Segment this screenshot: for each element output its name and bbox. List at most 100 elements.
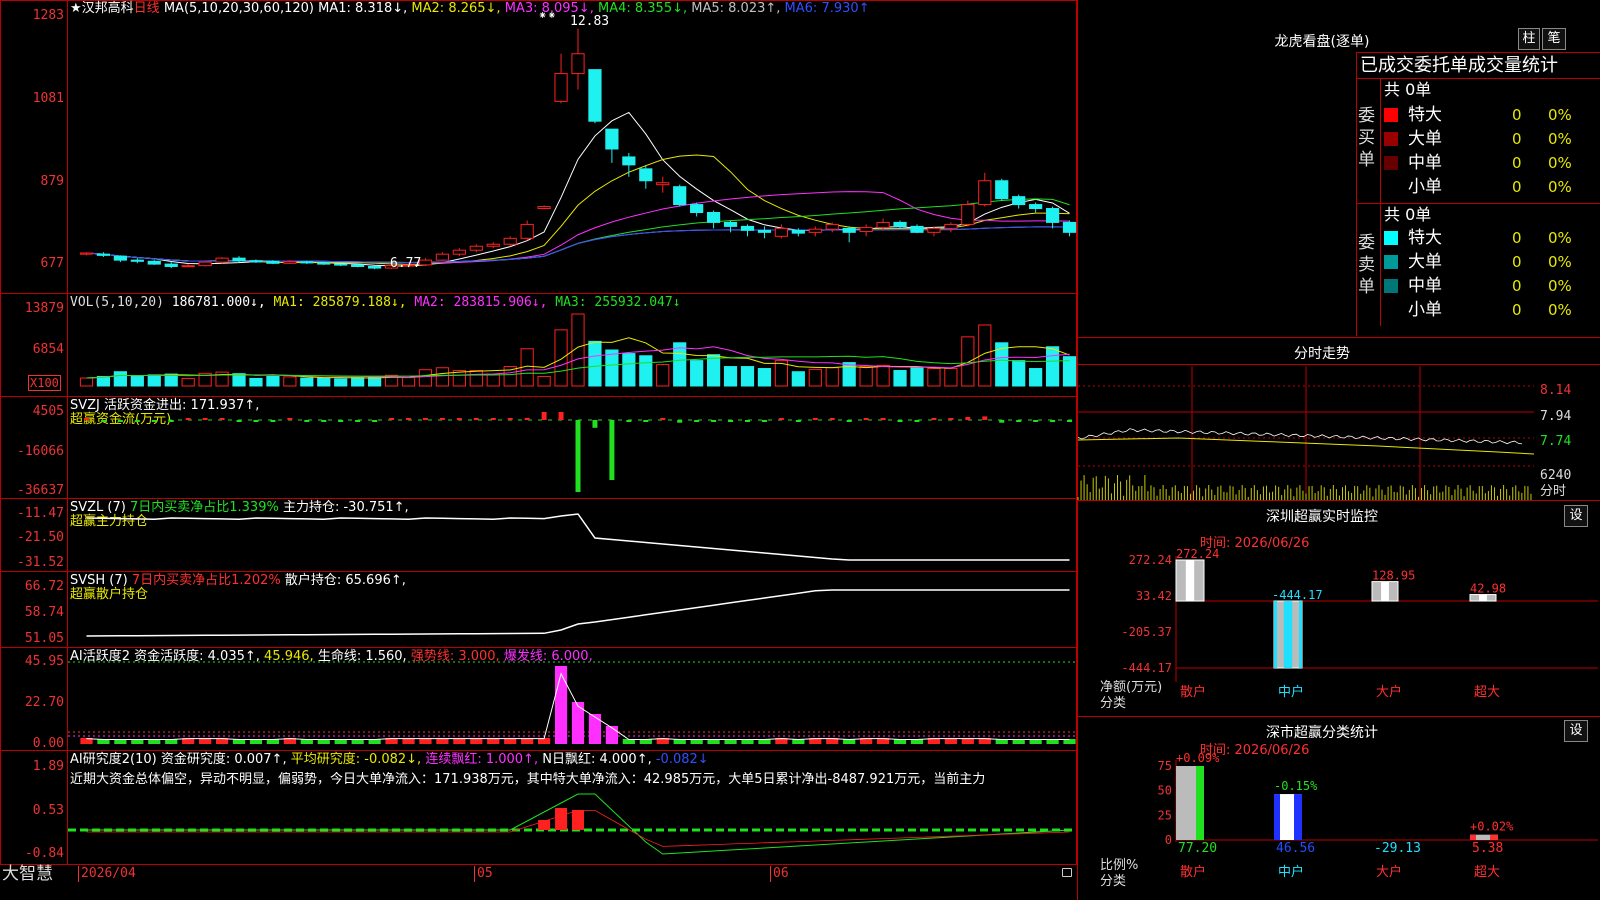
- candle-body: [198, 261, 212, 267]
- vol-unit-label: X100: [28, 375, 61, 391]
- volume-bar: [283, 376, 297, 387]
- sz-monitor-category: 散户: [1180, 684, 1206, 700]
- svzj-bar: [253, 420, 259, 422]
- row-pct: 0%: [1548, 301, 1572, 319]
- dragon-hline-2: [1356, 203, 1600, 204]
- volume-bar: [164, 373, 178, 387]
- svzj-ytick-1: -16066: [17, 444, 64, 459]
- lock-icon[interactable]: [1062, 868, 1072, 877]
- ai1-bar: [571, 702, 585, 744]
- volume-bar: [1029, 368, 1043, 387]
- ai2-ytick-2: -0.84: [24, 846, 64, 861]
- bar-mode-button[interactable]: 柱: [1518, 28, 1540, 50]
- main-ytick-0: 1283: [32, 8, 64, 23]
- sz-stats-chart: 75 50 25 0 +0.09% 77.20 散户 -0.15% 46.56 中户 -29.13 大…: [1158, 751, 1598, 880]
- sz-monitor-value-label: 272.24: [1176, 547, 1219, 561]
- sz-stats-ytick: 0: [1165, 833, 1172, 847]
- svzj-bar: [202, 418, 208, 420]
- svzj-ytick-2: -36637: [17, 483, 64, 498]
- volume-bar: [418, 369, 433, 387]
- svzj-bar: [609, 420, 615, 480]
- main-ytick-2: 879: [40, 174, 64, 189]
- intraday-price-2: 7.74: [1540, 434, 1572, 449]
- dragon-header: 已成交委托单成交量统计: [1360, 55, 1558, 76]
- volume-bar: [639, 355, 653, 387]
- high-marker: ⁕⁕: [538, 9, 557, 22]
- color-swatch: [1384, 156, 1398, 170]
- volume-bar: [808, 368, 822, 387]
- volume-bar: [910, 367, 924, 387]
- candle-body: [113, 255, 127, 261]
- volume-bar: [1012, 360, 1026, 387]
- row-count: 0: [1512, 106, 1522, 124]
- svzj-bar: [880, 418, 886, 420]
- sz-monitor-settings-button[interactable]: 设: [1564, 505, 1588, 527]
- candle-body: [181, 265, 195, 268]
- intraday-price-line: [1077, 428, 1523, 445]
- dragon-vline: [1380, 78, 1381, 326]
- volume-bar: [249, 377, 263, 387]
- svzj-bar: [965, 417, 971, 420]
- sz-monitor-category: 中户: [1278, 684, 1304, 700]
- xaxis-label-0: 2026/04: [78, 866, 136, 882]
- row-count: 0: [1512, 253, 1522, 271]
- candle-body: [706, 212, 721, 223]
- sz-monitor-value-label: 128.95: [1372, 569, 1415, 583]
- candle-body: [96, 253, 111, 256]
- svzl-line: [86, 513, 1070, 561]
- svzj-bar: [100, 420, 106, 422]
- volume-bar: [435, 367, 450, 387]
- candle-body: [334, 263, 348, 266]
- intraday-vol-label: 分时: [1540, 484, 1567, 499]
- ai-research-chart: [68, 793, 1076, 855]
- volume-bar: [232, 373, 246, 387]
- svzj-bar: [558, 412, 564, 420]
- svzj-bar: [728, 420, 734, 422]
- sz-stats-ratio-label: 比例%: [1100, 858, 1139, 873]
- sz-stats-bar-edge: [1294, 794, 1302, 840]
- sz-monitor-value-label: 42.98: [1470, 582, 1506, 596]
- candle-body: [876, 221, 890, 229]
- volume-bar: [859, 366, 873, 387]
- intraday-chart[interactable]: [1077, 366, 1535, 500]
- candle-body: [740, 225, 755, 231]
- sz-stats-ytick: 25: [1158, 808, 1172, 822]
- sz-monitor-category: 超大: [1474, 685, 1500, 700]
- svzj-ytick-0: 4505: [32, 404, 64, 419]
- row-pct: 0%: [1548, 106, 1572, 124]
- ai2-ytick-0: 1.89: [32, 759, 64, 774]
- svzj-bar: [321, 420, 327, 422]
- ai1-ytick-2: 0.00: [32, 736, 64, 751]
- vol-ytick-1: 6854: [32, 342, 64, 357]
- candle-body: [808, 228, 822, 233]
- main-ytick-1: 1081: [32, 91, 64, 106]
- svzj-bar: [948, 418, 954, 420]
- candle-body: [605, 128, 619, 150]
- ai1-bar: [554, 666, 568, 744]
- svzj-bar: [846, 420, 852, 422]
- candle-body: [1045, 208, 1060, 223]
- volume-bar: [537, 375, 551, 387]
- volume-bar: [554, 329, 568, 387]
- intraday-price-1: 7.94: [1540, 409, 1572, 424]
- sz-monitor-ytick: 272.24: [1129, 553, 1172, 567]
- row-name: 中单: [1408, 276, 1442, 296]
- sz-monitor-value-label: -444.17: [1272, 588, 1323, 602]
- sz-stats-value: 77.20: [1178, 841, 1217, 856]
- svsh-chart: [86, 589, 1070, 637]
- sz-stats-settings-button[interactable]: 设: [1564, 720, 1588, 742]
- candle-body: [1012, 196, 1026, 206]
- row-name: 大单: [1408, 252, 1442, 272]
- row-count: 0: [1512, 154, 1522, 172]
- volume-bar: [656, 364, 670, 387]
- sz-stats-cls-label: 分类: [1100, 874, 1127, 889]
- volume-bar: [147, 374, 161, 387]
- sz-stats-value: 5.38: [1472, 841, 1503, 856]
- ai2-header: AI研究度2(10) 资金研究度: 0.007↑, 平均研究度: -0.082↓…: [70, 752, 709, 767]
- volume-bar: [486, 373, 500, 387]
- sz-monitor-cls-label: 分类: [1100, 696, 1127, 711]
- volume-bar: [740, 366, 755, 387]
- candle-body: [842, 227, 856, 233]
- tick-mode-button[interactable]: 笔: [1542, 28, 1566, 50]
- svzj-bar: [372, 420, 378, 422]
